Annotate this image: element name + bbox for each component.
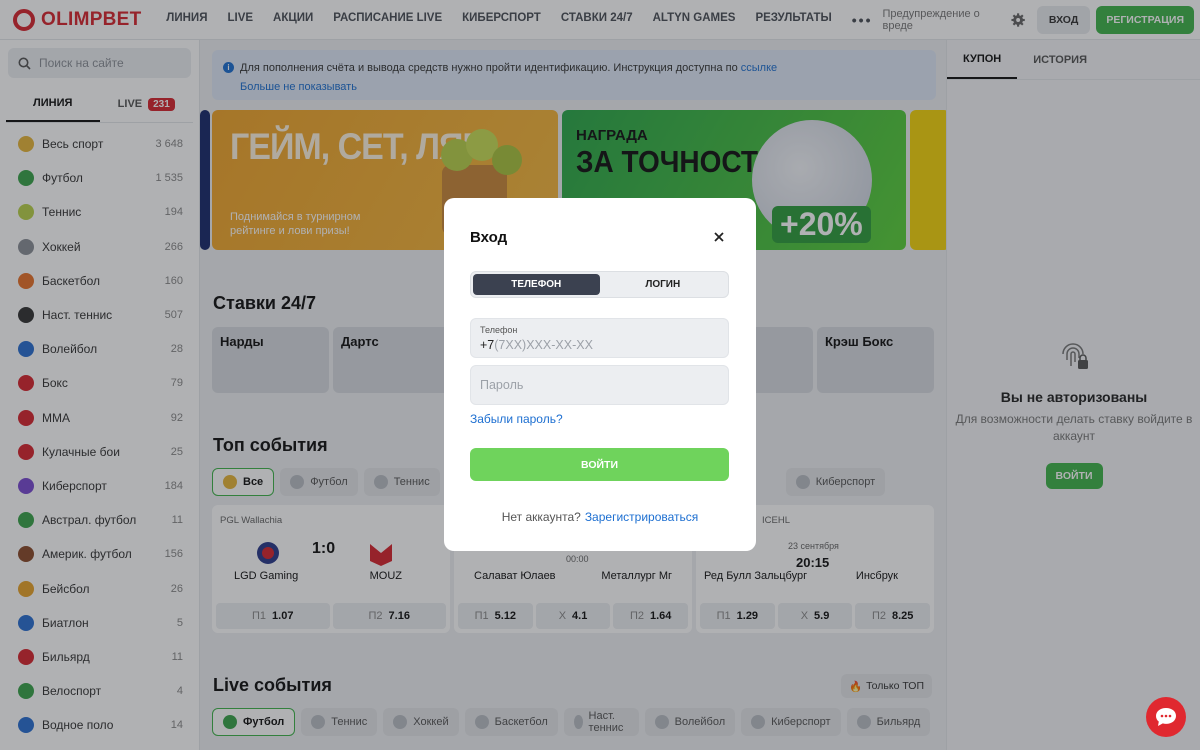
login-modal: Вход ТЕЛЕФОН ЛОГИН Телефон +7(7XX)XXX-XX…: [444, 198, 756, 551]
tab-login[interactable]: ЛОГИН: [600, 274, 727, 295]
phone-mask: (7XX)XXX-XX-XX: [494, 338, 593, 352]
submit-login-button[interactable]: ВОЙТИ: [470, 448, 729, 481]
chat-icon: [1156, 708, 1176, 726]
close-icon[interactable]: [712, 230, 726, 244]
password-placeholder: Пароль: [480, 378, 524, 392]
password-field[interactable]: Пароль: [470, 365, 729, 405]
login-method-toggle: ТЕЛЕФОН ЛОГИН: [470, 271, 729, 298]
no-account-row: Нет аккаунта? Зарегистрироваться: [444, 510, 756, 524]
phone-field[interactable]: Телефон +7(7XX)XXX-XX-XX: [470, 318, 729, 358]
forgot-password-link[interactable]: Забыли пароль?: [470, 412, 563, 426]
modal-title: Вход: [470, 229, 508, 246]
register-link[interactable]: Зарегистрироваться: [585, 510, 698, 524]
no-account-text: Нет аккаунта?: [501, 510, 581, 524]
chat-button[interactable]: [1146, 697, 1186, 737]
tab-phone[interactable]: ТЕЛЕФОН: [473, 274, 600, 295]
phone-value: +7(7XX)XXX-XX-XX: [480, 338, 593, 352]
phone-label: Телефон: [480, 325, 518, 335]
phone-prefix: +7: [480, 338, 495, 352]
